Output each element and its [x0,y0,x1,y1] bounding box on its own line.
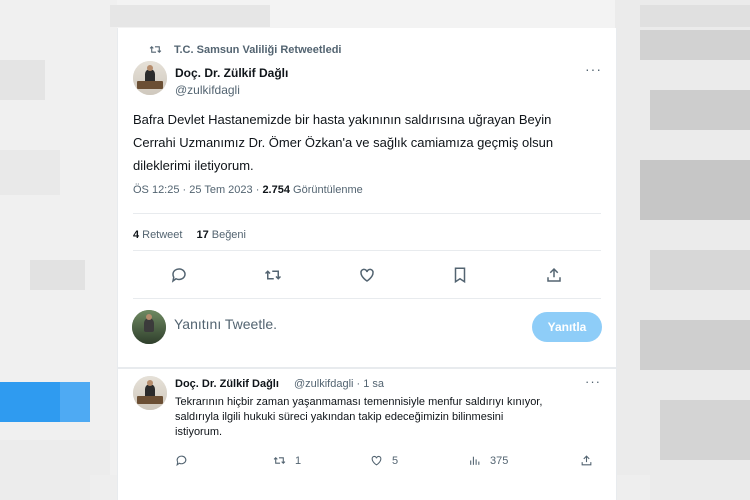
more-icon[interactable]: ··· [585,374,601,389]
reply-button[interactable]: Yanıtla [532,312,602,342]
reply-icon [176,455,187,467]
retweet-context-label: T.C. Samsun Valiliği Retweetledi [174,43,342,56]
author-avatar[interactable] [133,61,167,95]
tweet-timestamp[interactable]: ÖS 12:25 · 25 Tem 2023 · [133,184,259,196]
more-icon[interactable]: ··· [585,61,602,77]
like-stat[interactable]: 17 Beğeni [196,229,246,241]
bookmark-icon[interactable] [451,266,469,284]
like-count: 17 [196,229,209,241]
reply-retweet-count: 1 [295,454,302,467]
reply-author-handle[interactable]: @zulkifdagli · 1 sa [294,378,384,390]
reply-share-action[interactable] [580,454,593,467]
reply-body-line: Tekrarının hiçbir zaman yaşanmaması teme… [175,396,543,408]
reply-body: Tekrarının hiçbir zaman yaşanmaması teme… [175,395,605,440]
reply-input[interactable]: Yanıtını Tweetle. [174,316,277,332]
author-name[interactable]: Doç. Dr. Zülkif Dağlı [175,66,288,80]
user-avatar[interactable] [132,310,166,344]
retweet-label: Retweet [142,229,183,241]
retweet-count: 4 [133,229,140,241]
retweet-icon [149,46,162,53]
divider [133,250,601,251]
share-icon[interactable] [545,266,563,284]
retweet-stat[interactable]: 4 Retweet [133,229,182,241]
divider [118,367,616,369]
reply-retweet-action[interactable]: 1 [273,454,301,467]
tweet-actions [170,266,563,284]
views-icon [470,456,480,465]
retweet-icon [273,457,286,464]
reply-icon[interactable] [170,266,188,284]
views-count: 2.754 [262,184,290,196]
tweet-stats: 4 Retweet 17 Beğeni [133,229,246,241]
reply-reply-action[interactable] [175,454,188,467]
reply-views-action[interactable]: 375 [468,454,508,467]
reply-body-line: istiyorum. [175,426,223,438]
tweet-body-line: Bafra Devlet Hastanemizde bir hasta yakı… [133,112,552,127]
reply-actions: 1 5 375 [175,454,600,470]
tweet-body-line: dileklerimi iletiyorum. [133,158,254,173]
views-label: Görüntülenme [293,184,363,196]
reply-like-action[interactable]: 5 [370,454,398,467]
like-icon [371,455,382,466]
reply-views-count: 375 [490,454,509,467]
tweet-card: T.C. Samsun Valiliği Retweetledi Doç. Dr… [117,28,617,500]
reply-composer: Yanıtını Tweetle. Yanıtla [132,310,602,350]
reply-author-avatar[interactable] [133,376,167,410]
share-icon [581,455,592,466]
tweet-body-line: Cerrahi Uzmanımız Dr. Ömer Özkan'a ve sa… [133,135,554,150]
tweet-body: Bafra Devlet Hastanemizde bir hasta yakı… [133,108,598,177]
tweet-meta: ÖS 12:25 · 25 Tem 2023 · 2.754 Görüntüle… [133,184,363,196]
reply-author-name[interactable]: Doç. Dr. Zülkif Dağlı [175,378,279,390]
author-handle[interactable]: @zulkifdagli [175,83,240,97]
divider [133,298,601,299]
like-label: Beğeni [211,229,246,241]
divider [133,213,601,214]
like-icon[interactable] [358,266,376,284]
retweet-context[interactable]: T.C. Samsun Valiliği Retweetledi [149,43,342,56]
reply-like-count: 5 [392,454,399,467]
reply-body-line: saldırıyla ilgili hukuki süreci yakından… [175,411,504,423]
retweet-icon[interactable] [264,266,282,284]
